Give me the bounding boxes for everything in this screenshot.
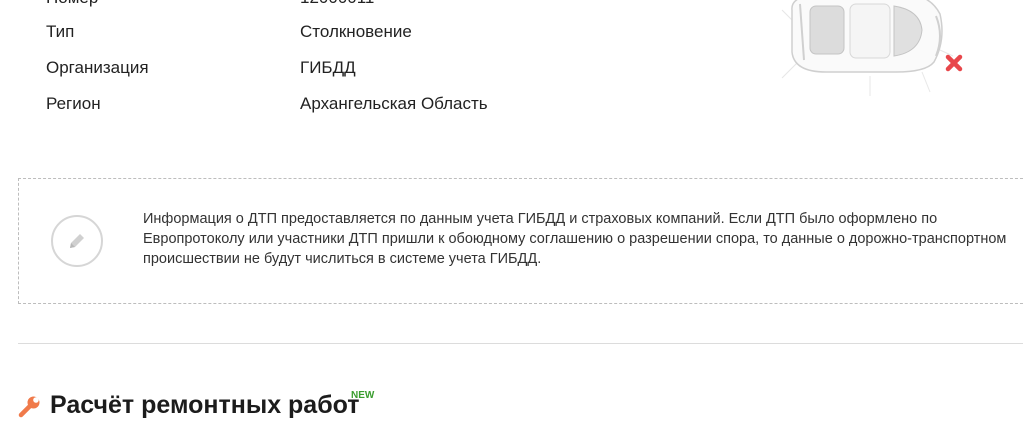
pencil-icon [51,215,103,267]
notice-text: Информация о ДТП предоставляется по данн… [143,211,1007,267]
detail-value: 12000011 [300,0,374,8]
detail-value: ГИБДД [300,58,356,77]
detail-label: Регион [46,94,101,113]
new-badge: NEW [351,390,375,401]
car-damage-diagram [770,0,970,100]
detail-label: Организация [46,58,149,77]
x-mark-icon [945,54,963,72]
section-divider [18,343,1023,344]
car-top-view-icon [781,0,954,96]
info-notice: Информация о ДТП предоставляется по данн… [18,178,1023,304]
wrench-icon [18,396,40,418]
detail-label: Номер [46,0,286,8]
detail-value: Архангельская Область [300,94,488,113]
section-title: Расчёт ремонтных работ [50,391,360,419]
detail-label: Тип [46,22,75,41]
detail-value: Столкновение [300,22,412,41]
